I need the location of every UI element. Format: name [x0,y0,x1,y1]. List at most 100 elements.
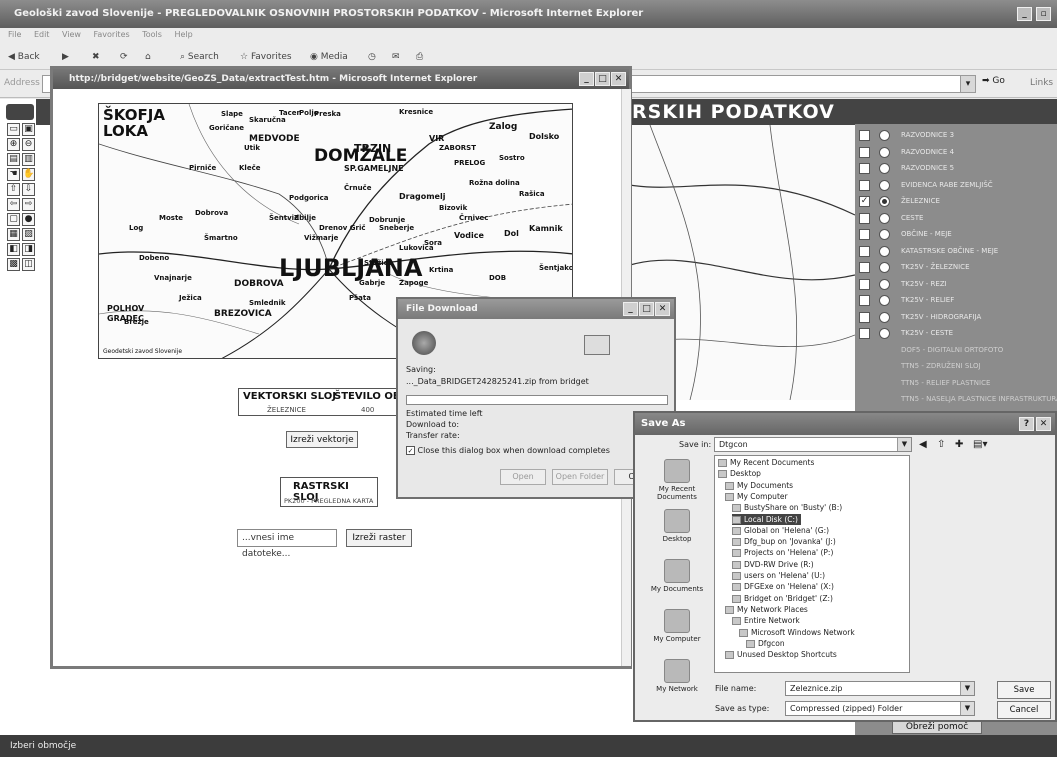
folder-list-item[interactable]: Local Disk (C:) [732,513,801,525]
menu-tools[interactable]: Tools [142,30,162,39]
dl-maximize-icon[interactable]: □ [639,302,654,316]
open-button[interactable]: Open [500,469,546,485]
place-my-computer[interactable]: My Computer [641,609,713,643]
address-dropdown-icon[interactable]: ▾ [960,75,976,93]
folder-list-item[interactable]: users on 'Helena' (U:) [732,570,825,581]
layer-checkbox[interactable] [859,278,870,290]
open-folder-button[interactable]: Open Folder [552,469,608,485]
help-icon[interactable]: ? [1019,417,1034,431]
folder-list-item[interactable]: Unused Desktop Shortcuts [725,649,837,660]
save-as-cancel-button[interactable]: Cancel [997,701,1051,719]
layer-radio[interactable] [879,146,890,158]
search-button[interactable]: ⌕ Search [180,48,219,66]
place-my-documents[interactable]: My Documents [641,559,713,593]
map-tool-icon[interactable]: ▤ [7,153,20,166]
layer-radio[interactable] [879,196,890,207]
save-button[interactable]: Save [997,681,1051,699]
folder-list-item[interactable]: Global on 'Helena' (G:) [732,525,829,536]
map-tool-icon[interactable]: ◨ [22,243,35,256]
layer-radio[interactable] [879,278,890,290]
links-button[interactable]: Links [1030,78,1053,88]
history-icon[interactable]: ◷ [368,48,376,66]
save-in-select[interactable]: Dtgcon ▼ [714,437,912,452]
folder-list-item[interactable]: My Documents [725,480,793,491]
folder-list-item[interactable]: My Recent Documents [718,457,814,468]
map-tool-icon[interactable]: ▣ [22,123,35,136]
layer-radio[interactable] [879,262,890,273]
map-tool-icon[interactable]: ◧ [7,243,20,256]
layer-checkbox[interactable] [859,328,870,339]
cut-vectors-button[interactable]: Izreži vektorje [286,431,358,448]
layer-checkbox[interactable] [859,146,870,158]
mail-icon[interactable]: ✉ [392,48,400,66]
layer-radio[interactable] [879,311,890,323]
folder-list-item[interactable]: DFGExe on 'Helena' (X:) [732,581,834,592]
map-tool-icon[interactable]: ⇧ [7,183,20,196]
layer-radio[interactable] [879,163,890,174]
layer-radio[interactable] [879,295,890,306]
folder-list[interactable]: My Recent Documents Desktop My Documents My… [714,455,910,673]
layer-checkbox[interactable] [859,229,870,240]
map-tool-icon[interactable]: ✋ [22,168,35,181]
place-desktop[interactable]: Desktop [641,509,713,543]
menu-view[interactable]: View [62,30,81,39]
map-tool-icon[interactable]: ▭ [7,123,20,136]
layer-checkbox[interactable] [859,311,870,323]
map-tool-icon[interactable]: ▨ [22,228,35,241]
menu-help[interactable]: Help [174,30,192,39]
layer-radio[interactable] [879,130,890,141]
folder-list-item[interactable]: DVD-RW Drive (R:) [732,559,814,570]
new-folder-icon[interactable]: ✚ [955,439,963,450]
layer-checkbox[interactable] [859,262,870,273]
stop-icon[interactable]: ✖ [92,48,100,66]
close-when-done-checkbox[interactable]: ✓ Close this dialog box when download co… [406,446,610,455]
layer-radio[interactable] [879,328,890,339]
checkbox-icon[interactable]: ✓ [406,446,415,455]
layer-radio[interactable] [879,229,890,240]
save-as-type-select[interactable]: Compressed (zipped) Folder ▼ [785,701,975,716]
dl-close-icon[interactable]: ✕ [655,302,670,316]
cut-raster-button[interactable]: Izreži raster [346,529,412,547]
folder-list-item[interactable]: My Network Places [725,604,808,615]
map-tool-icon[interactable]: ▩ [7,258,20,271]
map-tool-icon[interactable]: ⊖ [22,138,35,151]
views-menu-icon[interactable]: ▤▾ [973,439,987,450]
layer-checkbox[interactable]: ✓ [859,196,870,207]
layer-checkbox[interactable] [859,295,870,306]
layer-checkbox[interactable] [859,130,870,141]
save-as-close-icon[interactable]: ✕ [1036,417,1051,431]
folder-list-item[interactable]: Dfg_bup on 'Jovanka' (J:) [732,536,836,547]
back-button[interactable]: ◀ Back [8,48,40,66]
map-tool-icon[interactable]: ◫ [22,258,35,271]
file-name-input[interactable]: Zeleznice.zip ▼ [785,681,975,696]
map-tool-icon[interactable]: ▥ [22,153,35,166]
refresh-icon[interactable]: ⟳ [120,48,128,66]
map-tool-icon[interactable]: ● [22,213,35,226]
folder-list-item[interactable]: Projects on 'Helena' (P:) [732,547,833,558]
print-icon[interactable]: ⎙ [416,48,423,66]
menu-file[interactable]: File [8,30,21,39]
map-tool-icon[interactable]: ☚ [7,168,20,181]
go-button[interactable]: ➡ Go [982,76,1005,86]
popup-close-icon[interactable]: ✕ [611,72,626,86]
folder-list-item[interactable]: Dfgcon [746,638,785,649]
layer-checkbox[interactable] [859,245,870,257]
map-tool-icon[interactable]: ⇨ [22,198,35,211]
media-button[interactable]: ◉ Media [310,48,348,66]
place-my-network[interactable]: My Network [641,659,713,693]
folder-list-item[interactable]: Microsoft Windows Network [739,627,855,638]
folder-list-item[interactable]: Entire Network [732,615,800,626]
dl-minimize-icon[interactable]: _ [623,302,638,316]
place-my-recent-documents[interactable]: My Recent Documents [641,459,713,501]
restore-icon[interactable]: ▫ [1036,7,1051,21]
filename-input[interactable]: ...vnesi ime datoteke... [237,529,337,559]
folder-list-item[interactable]: My Computer [725,491,788,502]
folder-list-item[interactable]: Desktop [718,468,761,479]
map-tool-icon[interactable]: ⊕ [7,138,20,151]
folder-list-item[interactable]: BustyShare on 'Busty' (B:) [732,502,842,513]
menu-favorites[interactable]: Favorites [94,30,130,39]
up-folder-icon[interactable]: ⇧ [937,439,945,450]
layer-checkbox[interactable] [859,179,870,191]
home-icon[interactable]: ⌂ [145,48,151,66]
layer-radio[interactable] [879,212,890,224]
